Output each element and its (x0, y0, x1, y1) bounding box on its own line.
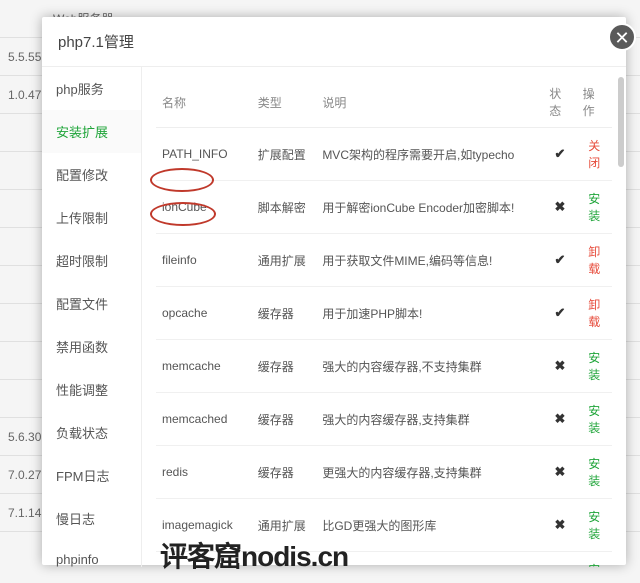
cell-type: 通用扩展 (252, 234, 317, 287)
scrollbar[interactable] (618, 77, 624, 167)
table-row: imagemagick通用扩展比GD更强大的图形库 ✖ 安装 (156, 499, 612, 552)
cell-desc: 用于获取文件MIME,编码等信息! (316, 234, 543, 287)
x-icon: ✖ (554, 199, 565, 214)
cell-type: 缓存器 (252, 393, 317, 446)
cell-desc: 用于加速PHP脚本! (316, 287, 543, 340)
cell-desc: 不多说,不了解的不要安装 (316, 552, 543, 568)
x-icon: ✖ (554, 464, 565, 479)
nav-item-9[interactable]: FPM日志 (42, 454, 141, 497)
cell-name: memcache (156, 340, 252, 393)
cell-status: ✔ (543, 287, 576, 340)
extensions-table: 名称 类型 说明 状态 操作 PATH_INFO扩展配置MVC架构的程序需要开启… (156, 77, 612, 567)
table-row: redis缓存器更强大的内容缓存器,支持集群 ✖ 安装 (156, 446, 612, 499)
cell-name: memcached (156, 393, 252, 446)
table-row: memcache缓存器强大的内容缓存器,不支持集群 ✖ 安装 (156, 340, 612, 393)
content-panel: 名称 类型 说明 状态 操作 PATH_INFO扩展配置MVC架构的程序需要开启… (142, 67, 626, 567)
cell-status: ✔ (543, 128, 576, 181)
cell-status: ✖ (543, 340, 576, 393)
op-install[interactable]: 安装 (588, 563, 600, 567)
cell-type: 缓存器 (252, 287, 317, 340)
th-type: 类型 (252, 77, 317, 128)
cell-type: 脚本解密 (252, 181, 317, 234)
modal-title: php7.1管理 (42, 17, 626, 67)
th-op: 操作 (577, 77, 612, 128)
modal-dialog: ✕ php7.1管理 php服务安装扩展配置修改上传限制超时限制配置文件禁用函数… (42, 17, 626, 565)
cell-type: 通用扩展 (252, 499, 317, 552)
cell-status: ✔ (543, 234, 576, 287)
cell-name: PATH_INFO (156, 128, 252, 181)
nav-item-6[interactable]: 禁用函数 (42, 325, 141, 368)
x-icon: ✖ (554, 358, 565, 373)
nav-item-4[interactable]: 超时限制 (42, 239, 141, 282)
cell-desc: 用于解密ionCube Encoder加密脚本! (316, 181, 543, 234)
nav-item-5[interactable]: 配置文件 (42, 282, 141, 325)
table-row: opcache缓存器用于加速PHP脚本! ✔ 卸载 (156, 287, 612, 340)
cell-status: ✖ (543, 499, 576, 552)
cell-name: xdebug (156, 552, 252, 568)
x-icon: ✖ (554, 517, 565, 532)
op-uninstall[interactable]: 卸载 (588, 298, 600, 329)
op-install[interactable]: 安装 (588, 351, 600, 382)
cell-name: ionCube (156, 181, 252, 234)
cell-name: redis (156, 446, 252, 499)
close-icon[interactable]: ✕ (608, 23, 636, 51)
nav-item-8[interactable]: 负载状态 (42, 411, 141, 454)
cell-status: ✖ (543, 393, 576, 446)
cell-type: 缓存器 (252, 446, 317, 499)
table-row: fileinfo通用扩展用于获取文件MIME,编码等信息! ✔ 卸载 (156, 234, 612, 287)
th-name: 名称 (156, 77, 252, 128)
check-icon: ✔ (554, 305, 565, 320)
check-icon: ✔ (554, 252, 565, 267)
op-install[interactable]: 安装 (588, 404, 600, 435)
cell-status: ✖ (543, 446, 576, 499)
cell-type: 扩展配置 (252, 128, 317, 181)
op-install[interactable]: 安装 (588, 457, 600, 488)
cell-desc: MVC架构的程序需要开启,如typecho (316, 128, 543, 181)
th-status: 状态 (543, 77, 576, 128)
th-desc: 说明 (316, 77, 543, 128)
op-install[interactable]: 安装 (588, 510, 600, 541)
cell-status: ✖ (543, 181, 576, 234)
nav-item-10[interactable]: 慢日志 (42, 497, 141, 540)
nav-item-1[interactable]: 安装扩展 (42, 110, 141, 153)
cell-desc: 更强大的内容缓存器,支持集群 (316, 446, 543, 499)
nav-item-7[interactable]: 性能调整 (42, 368, 141, 411)
cell-name: opcache (156, 287, 252, 340)
cell-type: 缓存器 (252, 340, 317, 393)
nav-item-0[interactable]: php服务 (42, 67, 141, 110)
cell-desc: 强大的内容缓存器,不支持集群 (316, 340, 543, 393)
sidebar-nav: php服务安装扩展配置修改上传限制超时限制配置文件禁用函数性能调整负载状态FPM… (42, 67, 142, 567)
op-uninstall[interactable]: 卸载 (588, 245, 600, 276)
table-row: PATH_INFO扩展配置MVC架构的程序需要开启,如typecho ✔ 关闭 (156, 128, 612, 181)
cell-name: fileinfo (156, 234, 252, 287)
cell-status: ✖ (543, 552, 576, 568)
op-close[interactable]: 关闭 (588, 139, 600, 170)
check-icon: ✔ (554, 146, 565, 161)
cell-desc: 强大的内容缓存器,支持集群 (316, 393, 543, 446)
nav-item-2[interactable]: 配置修改 (42, 153, 141, 196)
x-icon: ✖ (554, 411, 565, 426)
nav-item-3[interactable]: 上传限制 (42, 196, 141, 239)
cell-type: 调试器 (252, 552, 317, 568)
op-install[interactable]: 安装 (588, 192, 600, 223)
table-row: memcached缓存器强大的内容缓存器,支持集群 ✖ 安装 (156, 393, 612, 446)
nav-item-11[interactable]: phpinfo (42, 540, 141, 567)
table-row: xdebug调试器不多说,不了解的不要安装✖ 安装 (156, 552, 612, 568)
cell-name: imagemagick (156, 499, 252, 552)
cell-desc: 比GD更强大的图形库 (316, 499, 543, 552)
table-row: ionCube脚本解密用于解密ionCube Encoder加密脚本! ✖ 安装 (156, 181, 612, 234)
